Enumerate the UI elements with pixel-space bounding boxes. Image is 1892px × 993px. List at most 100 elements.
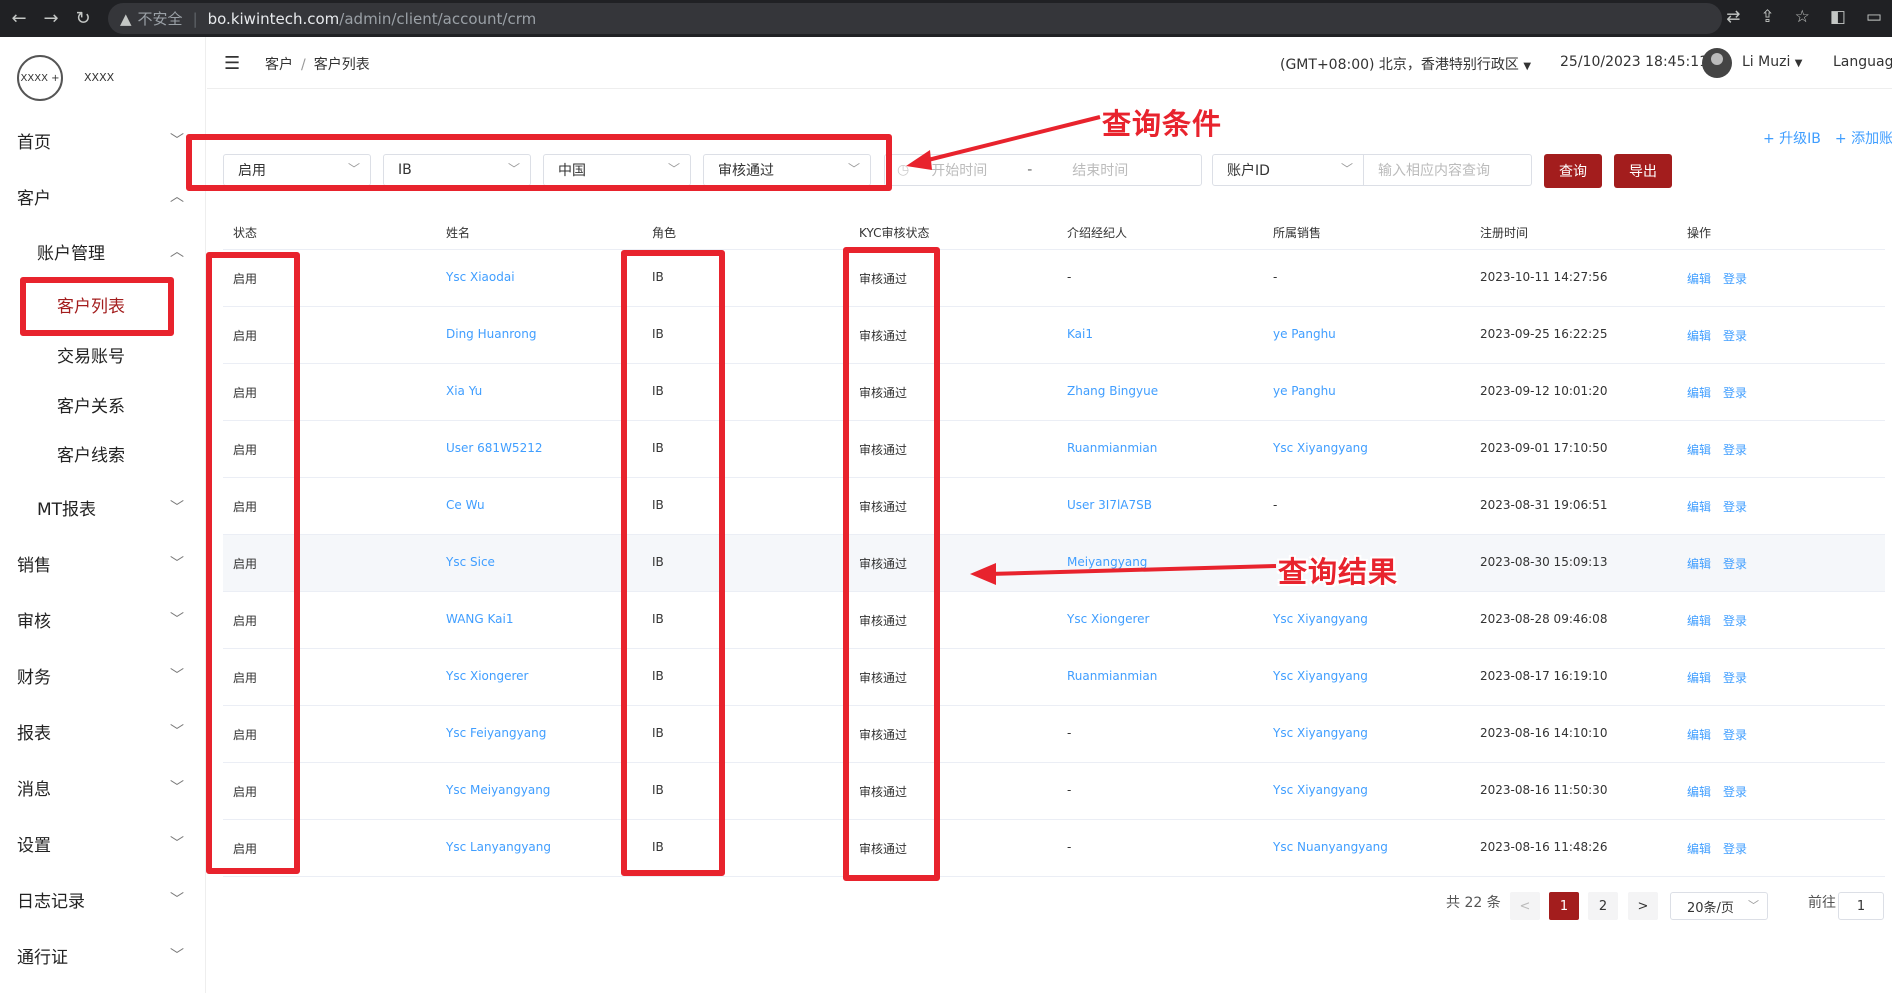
page-size-select[interactable]: 20条/页 ﹀ [1670,892,1768,920]
page-2-button[interactable]: 2 [1588,892,1618,920]
account-field-select[interactable]: 账户ID ﹀ [1212,154,1364,186]
sidebar-item-account-mgmt[interactable]: 账户管理 ︿ [0,231,206,271]
next-page-button[interactable]: > [1628,892,1658,920]
cell-name[interactable]: Ysc Lanyangyang [446,840,551,854]
share-icon[interactable]: ⇪ [1760,7,1774,27]
sidebar-item-sales[interactable]: 销售 ﹀ [0,543,206,583]
forward-icon[interactable]: → [38,8,64,29]
cell-ib[interactable]: Ruanmianmian [1067,441,1157,455]
cell-sales[interactable]: ye Panghu [1273,384,1336,398]
sidebar-item-label: 销售 [17,555,51,576]
edit-link[interactable]: 编辑 [1687,557,1711,571]
sidebar-item-audit[interactable]: 审核 ﹀ [0,599,206,639]
cell-sales[interactable]: ye Panghu [1273,327,1336,341]
edit-link[interactable]: 编辑 [1687,842,1711,856]
edit-link[interactable]: 编辑 [1687,386,1711,400]
sidebar-item-label: MT报表 [37,499,97,520]
edit-link[interactable]: 编辑 [1687,785,1711,799]
cell-name[interactable]: Ysc Feiyangyang [446,726,546,740]
add-account-link[interactable]: + 添加账户 [1835,131,1892,147]
bookmark-star-icon[interactable]: ☆ [1795,7,1810,27]
edit-link[interactable]: 编辑 [1687,728,1711,742]
breadcrumb-root[interactable]: 客户 [265,57,293,73]
query-button[interactable]: 查询 [1544,154,1602,188]
row-actions: 编辑 登录 [1687,384,1747,401]
chevron-down-icon: ﹀ [1748,899,1759,912]
cell-name[interactable]: Ding Huanrong [446,327,536,341]
sidebar-item-logs[interactable]: 日志记录 ﹀ [0,879,206,919]
cell-sales[interactable]: Ysc Nuanyangyang [1273,840,1388,854]
cell-sales[interactable]: Ysc Xiyangyang [1273,612,1368,626]
goto-page-input[interactable]: 1 [1838,892,1884,920]
sidebar-item-finance[interactable]: 财务 ﹀ [0,655,206,695]
date-range-picker[interactable]: ◷ 开始时间 - 结束时间 [884,154,1202,186]
avatar[interactable] [1702,48,1732,78]
login-link[interactable]: 登录 [1723,329,1747,343]
language-selector[interactable]: Language [1833,54,1892,70]
cell-name[interactable]: Ysc Meiyangyang [446,783,550,797]
sidebar-item-settings[interactable]: 设置 ﹀ [0,823,206,863]
edit-link[interactable]: 编辑 [1687,329,1711,343]
back-icon[interactable]: ← [6,8,32,29]
sidebar-item-client-leads[interactable]: 客户线索 [0,433,206,473]
cell-name[interactable]: Ysc Xiaodai [446,270,515,284]
page-1-button[interactable]: 1 [1549,892,1579,920]
timezone-selector[interactable]: (GMT+08:00) 北京，香港特别行政区 ▼ [1280,54,1531,74]
cell-name[interactable]: Ysc Sice [446,555,495,569]
cell-name[interactable]: WANG Kai1 [446,612,514,626]
edit-link[interactable]: 编辑 [1687,500,1711,514]
cell-ib[interactable]: Ysc Xiongerer [1067,612,1149,626]
start-date-input[interactable]: 开始时间 [931,160,987,180]
cell-sales[interactable]: Ysc Xiyangyang [1273,726,1368,740]
cell-ib[interactable]: Kai1 [1067,327,1093,341]
reload-icon[interactable]: ↻ [70,8,96,29]
login-link[interactable]: 登录 [1723,671,1747,685]
user-menu[interactable]: Li Muzi ▼ [1742,54,1803,70]
cell-ib[interactable]: Ruanmianmian [1067,669,1157,683]
search-input[interactable]: 输入相应内容查询 [1364,154,1532,186]
cell-name[interactable]: Ce Wu [446,498,485,512]
translate-icon[interactable]: ⇄ [1726,7,1740,27]
total-count: 共 22 条 [1446,895,1501,911]
cell-name[interactable]: User 681W5212 [446,441,542,455]
cell-sales[interactable]: Ysc Xiyangyang [1273,783,1368,797]
login-link[interactable]: 登录 [1723,728,1747,742]
end-date-input[interactable]: 结束时间 [1072,160,1128,180]
row-actions: 编辑 登录 [1687,441,1747,458]
cell-name[interactable]: Xia Yu [446,384,482,398]
sidebar-item-messages[interactable]: 消息 ﹀ [0,767,206,807]
login-link[interactable]: 登录 [1723,614,1747,628]
cell-ib[interactable]: Meiyangyang [1067,555,1147,569]
login-link[interactable]: 登录 [1723,500,1747,514]
login-link[interactable]: 登录 [1723,842,1747,856]
login-link[interactable]: 登录 [1723,272,1747,286]
address-bar[interactable]: ▲ 不安全 | bo.kiwintech.com/admin/client/ac… [108,3,1722,34]
prev-page-button[interactable]: < [1510,892,1540,920]
sidebar-item-trading-account[interactable]: 交易账号 [0,334,206,374]
edit-link[interactable]: 编辑 [1687,671,1711,685]
login-link[interactable]: 登录 [1723,386,1747,400]
edit-link[interactable]: 编辑 [1687,614,1711,628]
sidebar-item-mt-report[interactable]: MT报表 ﹀ [0,487,206,527]
cell-name[interactable]: Ysc Xiongerer [446,669,528,683]
sidebar-item-reports[interactable]: 报表 ﹀ [0,711,206,751]
sidepanel-icon[interactable]: ◧ [1830,7,1846,27]
cell-ib[interactable]: Zhang Bingyue [1067,384,1158,398]
sidebar-item-home[interactable]: 首页 ﹀ [0,120,206,160]
sidebar-item-customer[interactable]: 客户 ︿ [0,176,206,216]
login-link[interactable]: 登录 [1723,785,1747,799]
sidebar-item-pass[interactable]: 通行证 ﹀ [0,935,206,975]
table-row: 启用 Ysc Xiongerer IB 审核通过 Ruanmianmian Ysc Xiy… [223,649,1885,706]
edit-link[interactable]: 编辑 [1687,272,1711,286]
menu-toggle-icon[interactable]: ☰ [224,53,240,74]
login-link[interactable]: 登录 [1723,443,1747,457]
upgrade-ib-link[interactable]: + 升级IB [1763,131,1821,147]
export-button[interactable]: 导出 [1614,154,1672,188]
cell-sales[interactable]: Ysc Xiyangyang [1273,669,1368,683]
cell-ib[interactable]: User 3I7lA7SB [1067,498,1152,512]
sidebar-item-client-relation[interactable]: 客户关系 [0,384,206,424]
cell-sales[interactable]: Ysc Xiyangyang [1273,441,1368,455]
edit-link[interactable]: 编辑 [1687,443,1711,457]
window-icon[interactable]: ▭ [1866,7,1882,27]
login-link[interactable]: 登录 [1723,557,1747,571]
